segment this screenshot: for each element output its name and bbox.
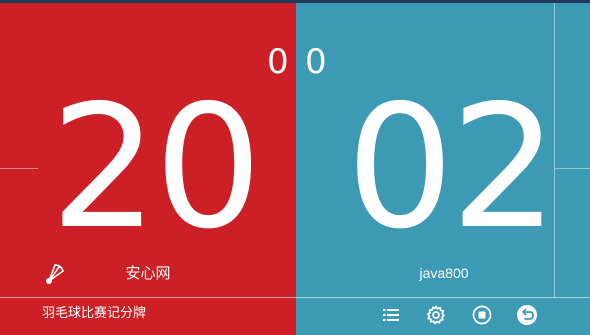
- court-line: [554, 3, 555, 298]
- right-games-count: 0: [305, 42, 327, 82]
- left-score[interactable]: 20: [50, 78, 262, 258]
- app-title: 羽毛球比赛记分牌: [42, 306, 147, 321]
- right-score[interactable]: 02: [346, 78, 558, 258]
- court-line: [555, 168, 590, 169]
- stop-icon[interactable]: [471, 304, 493, 326]
- right-player-name[interactable]: java800: [396, 262, 492, 284]
- settings-icon[interactable]: [425, 304, 447, 326]
- footer-divider: [0, 297, 590, 298]
- left-games-count: 0: [267, 42, 289, 82]
- court-line: [0, 168, 38, 169]
- shuttlecock-icon: [44, 262, 68, 284]
- list-icon[interactable]: [380, 304, 402, 326]
- left-player-name[interactable]: 安心网: [100, 262, 196, 284]
- back-icon[interactable]: [516, 304, 538, 326]
